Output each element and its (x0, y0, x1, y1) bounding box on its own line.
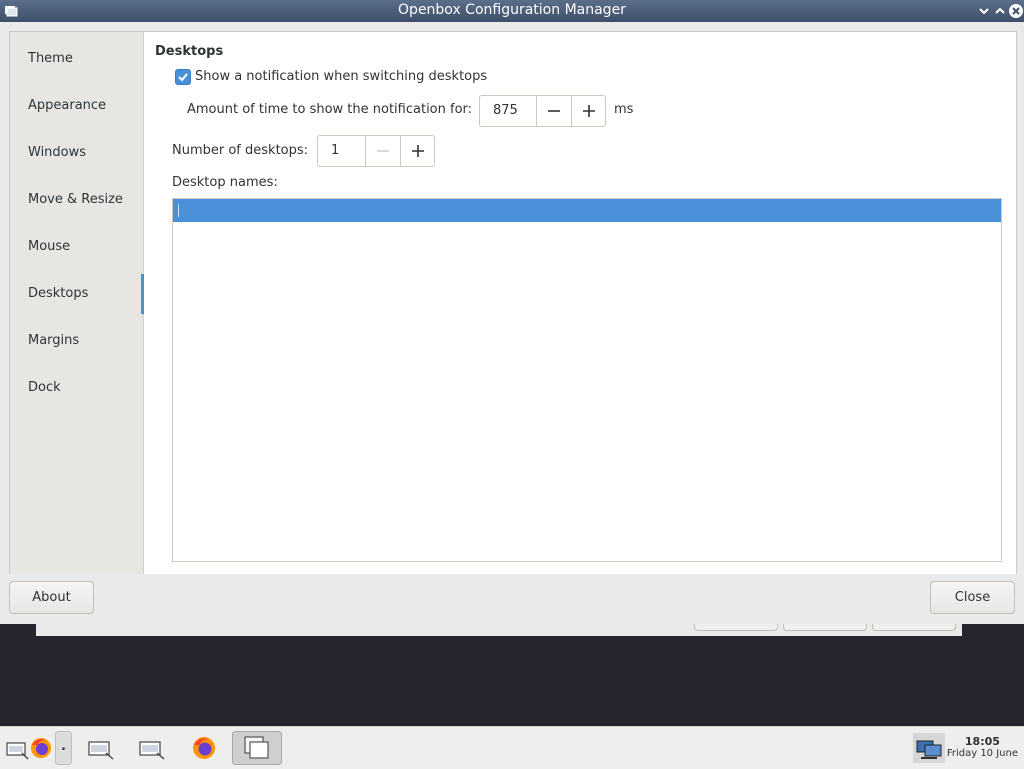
close-button[interactable]: Close (930, 581, 1015, 614)
desktop-name-row-selected[interactable] (173, 199, 1001, 222)
text-cursor (178, 204, 179, 217)
sidebar-item-move-resize[interactable]: Move & Resize (10, 180, 143, 220)
close-icon[interactable] (1008, 3, 1024, 19)
background-window-button (783, 624, 867, 631)
clock-time: 18:05 (964, 735, 1000, 748)
section-title: Desktops (155, 44, 224, 59)
notify-time-value[interactable]: 875 (480, 96, 518, 126)
minus-icon (377, 150, 389, 152)
sidebar-item-dock[interactable]: Dock (10, 368, 143, 408)
notify-checkbox[interactable] (175, 69, 191, 85)
firefox-icon[interactable] (190, 731, 218, 765)
sidebar-item-mouse[interactable]: Mouse (10, 227, 143, 267)
window-list-icon[interactable] (137, 731, 167, 765)
num-desktops-increment-button[interactable] (400, 136, 435, 166)
desktops-panel: Desktops Show a notification when switch… (144, 32, 1016, 575)
desktop-names-label: Desktop names: (172, 175, 278, 190)
background-window (36, 624, 962, 636)
dialog-button-bar: About Close (0, 574, 1024, 624)
notify-time-spinner: 875 (479, 95, 606, 127)
notify-time-increment-button[interactable] (571, 96, 606, 126)
sidebar-item-margins[interactable]: Margins (10, 321, 143, 361)
chevron-down-icon[interactable] (976, 3, 992, 19)
plus-icon (412, 145, 424, 157)
num-desktops-label: Number of desktops: (172, 143, 309, 158)
taskbar-active-window-button[interactable] (232, 731, 282, 765)
plus-icon (583, 105, 595, 117)
window-list-icon[interactable] (86, 731, 116, 765)
window-list-icon[interactable] (4, 731, 30, 765)
background-window-button (872, 624, 956, 631)
clock[interactable]: 18:05 Friday 10 June (947, 735, 1018, 759)
num-desktops-spinner: 1 (317, 135, 435, 167)
notify-time-label: Amount of time to show the notification … (187, 102, 473, 117)
num-desktops-value[interactable]: 1 (318, 136, 339, 166)
firefox-icon[interactable] (29, 731, 53, 765)
background-window-button (694, 624, 778, 631)
notify-checkbox-label: Show a notification when switching deskt… (195, 69, 488, 84)
checkmark-icon (178, 73, 188, 82)
main-frame: Theme Appearance Windows Move & Resize M… (9, 31, 1017, 576)
pager-desktop-1[interactable]: . (55, 731, 72, 765)
taskbar: . 18:05 Friday 10 June (0, 726, 1024, 769)
window-title: Openbox Configuration Manager (398, 2, 626, 18)
sidebar-item-appearance[interactable]: Appearance (10, 86, 143, 126)
network-icon[interactable] (913, 731, 945, 765)
titlebar[interactable]: Openbox Configuration Manager (0, 0, 1024, 22)
sidebar-item-desktops[interactable]: Desktops (10, 274, 144, 314)
num-desktops-decrement-button[interactable] (365, 136, 400, 166)
about-button[interactable]: About (9, 581, 94, 614)
chevron-up-icon[interactable] (992, 3, 1008, 19)
sidebar-item-theme[interactable]: Theme (10, 39, 143, 79)
notify-time-unit: ms (614, 102, 634, 117)
sidebar: Theme Appearance Windows Move & Resize M… (10, 32, 144, 575)
sidebar-item-windows[interactable]: Windows (10, 133, 143, 173)
config-window: Openbox Configuration Manager Theme Appe… (0, 0, 1024, 624)
clock-date: Friday 10 June (946, 748, 1018, 759)
window-icon (244, 736, 269, 759)
minus-icon (548, 110, 560, 112)
desktop-names-list[interactable] (172, 198, 1002, 562)
notify-time-decrement-button[interactable] (536, 96, 571, 126)
